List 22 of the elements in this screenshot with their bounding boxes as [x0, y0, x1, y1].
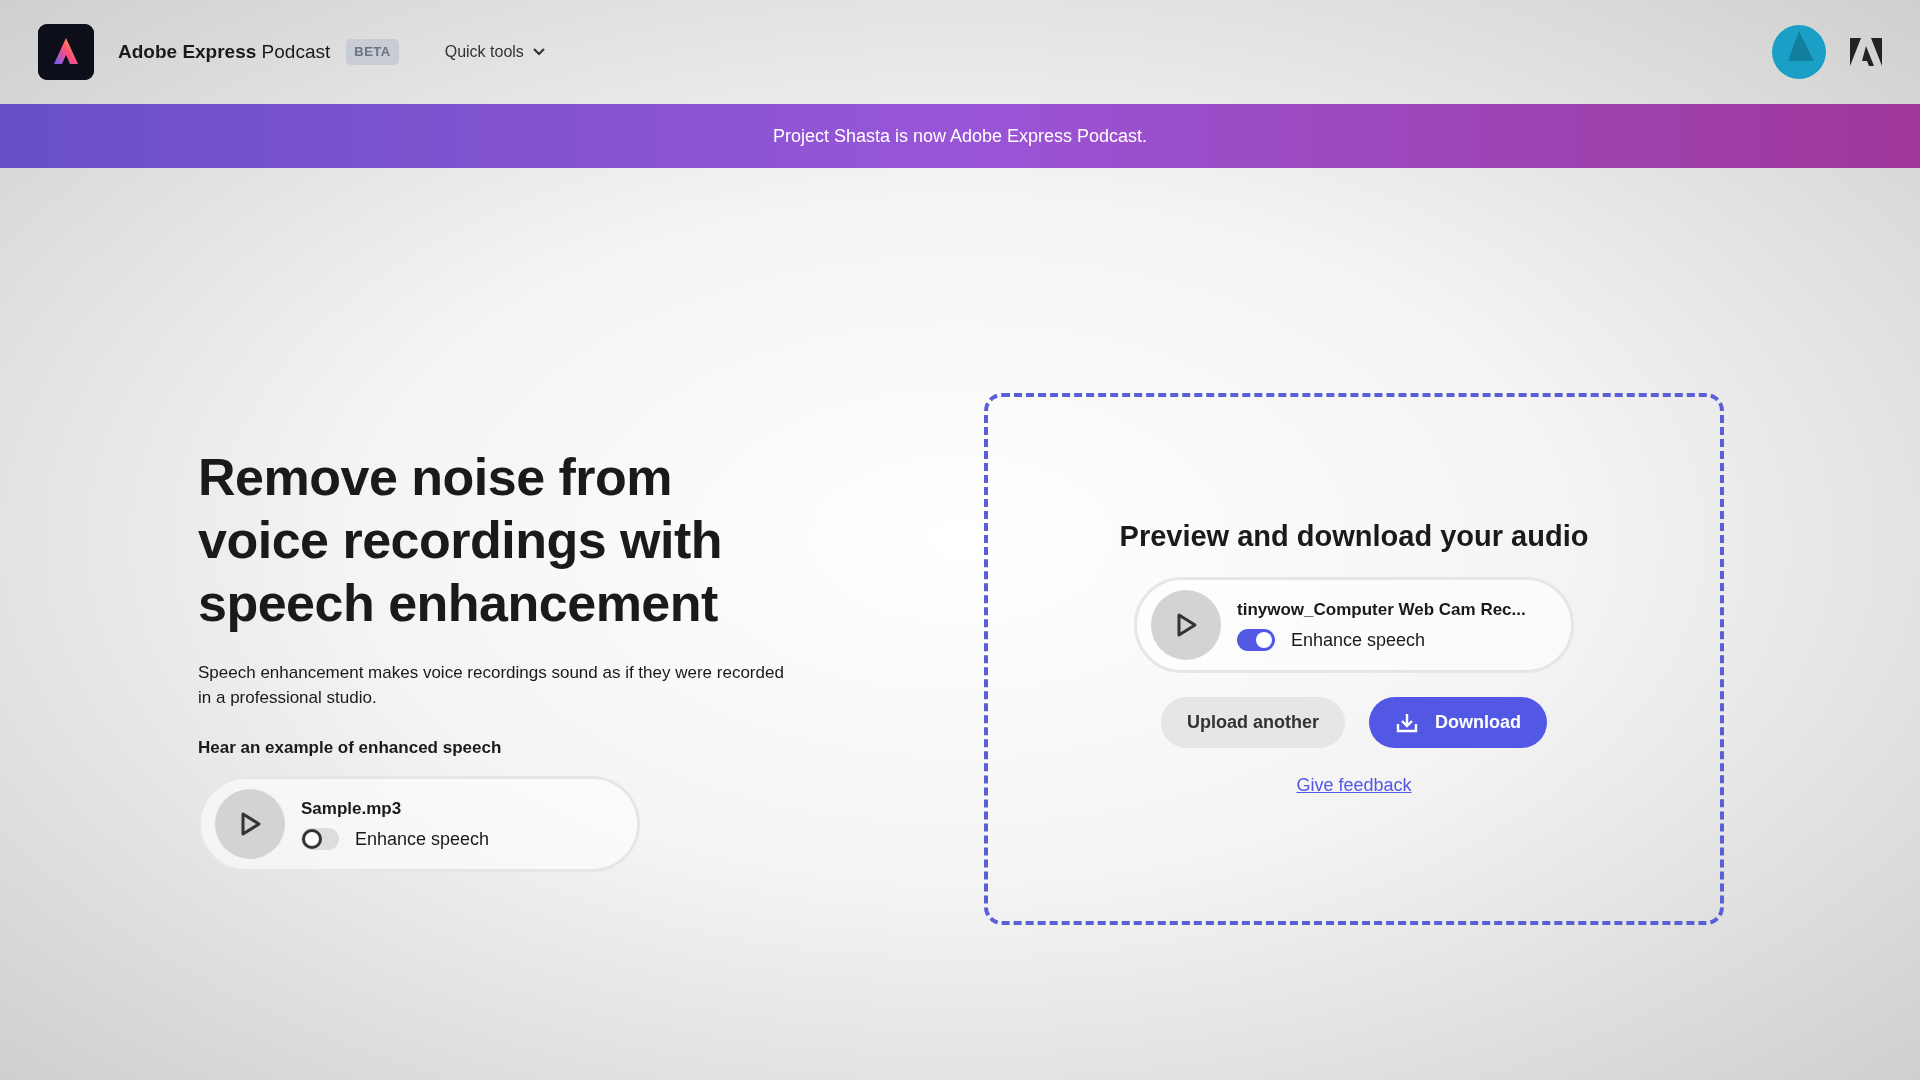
example-label: Hear an example of enhanced speech [198, 736, 503, 759]
quick-tools-menu[interactable]: Quick tools [438, 39, 552, 65]
page-heading: Remove noise from voice recordings with speech enhancement [198, 446, 724, 635]
play-button[interactable] [1151, 590, 1221, 661]
file-name: tinywow_Computer Web Cam Rec... [1237, 599, 1526, 622]
toggle-label: Enhance speech [355, 827, 490, 851]
enhance-speech-toggle[interactable] [301, 828, 339, 851]
app-logo-icon[interactable] [38, 24, 94, 80]
file-name: Sample.mp3 [301, 798, 403, 821]
beta-label: BETA [346, 39, 399, 65]
description-text: Speech enhancement makes voice recordings sound as if they were recorded in a professional studio. [198, 661, 785, 710]
toggle-label: Enhance speech [1291, 628, 1426, 652]
enhance-speech-toggle[interactable] [1237, 629, 1275, 652]
result-heading: Preview and download your audio [1119, 518, 1589, 554]
app-name: Adobe Express Podcast [118, 39, 331, 64]
download-button[interactable]: Download [1369, 697, 1547, 749]
feedback-link[interactable]: Give feedback [1296, 772, 1412, 800]
avatar-icon[interactable] [1772, 25, 1826, 79]
play-button[interactable] [215, 789, 285, 860]
banner-text: Project Shasta is now Adobe Express Podcast. [772, 124, 1148, 148]
upload-another-button[interactable]: Upload another [1161, 697, 1345, 749]
adobe-logo-icon[interactable] [1850, 38, 1882, 66]
